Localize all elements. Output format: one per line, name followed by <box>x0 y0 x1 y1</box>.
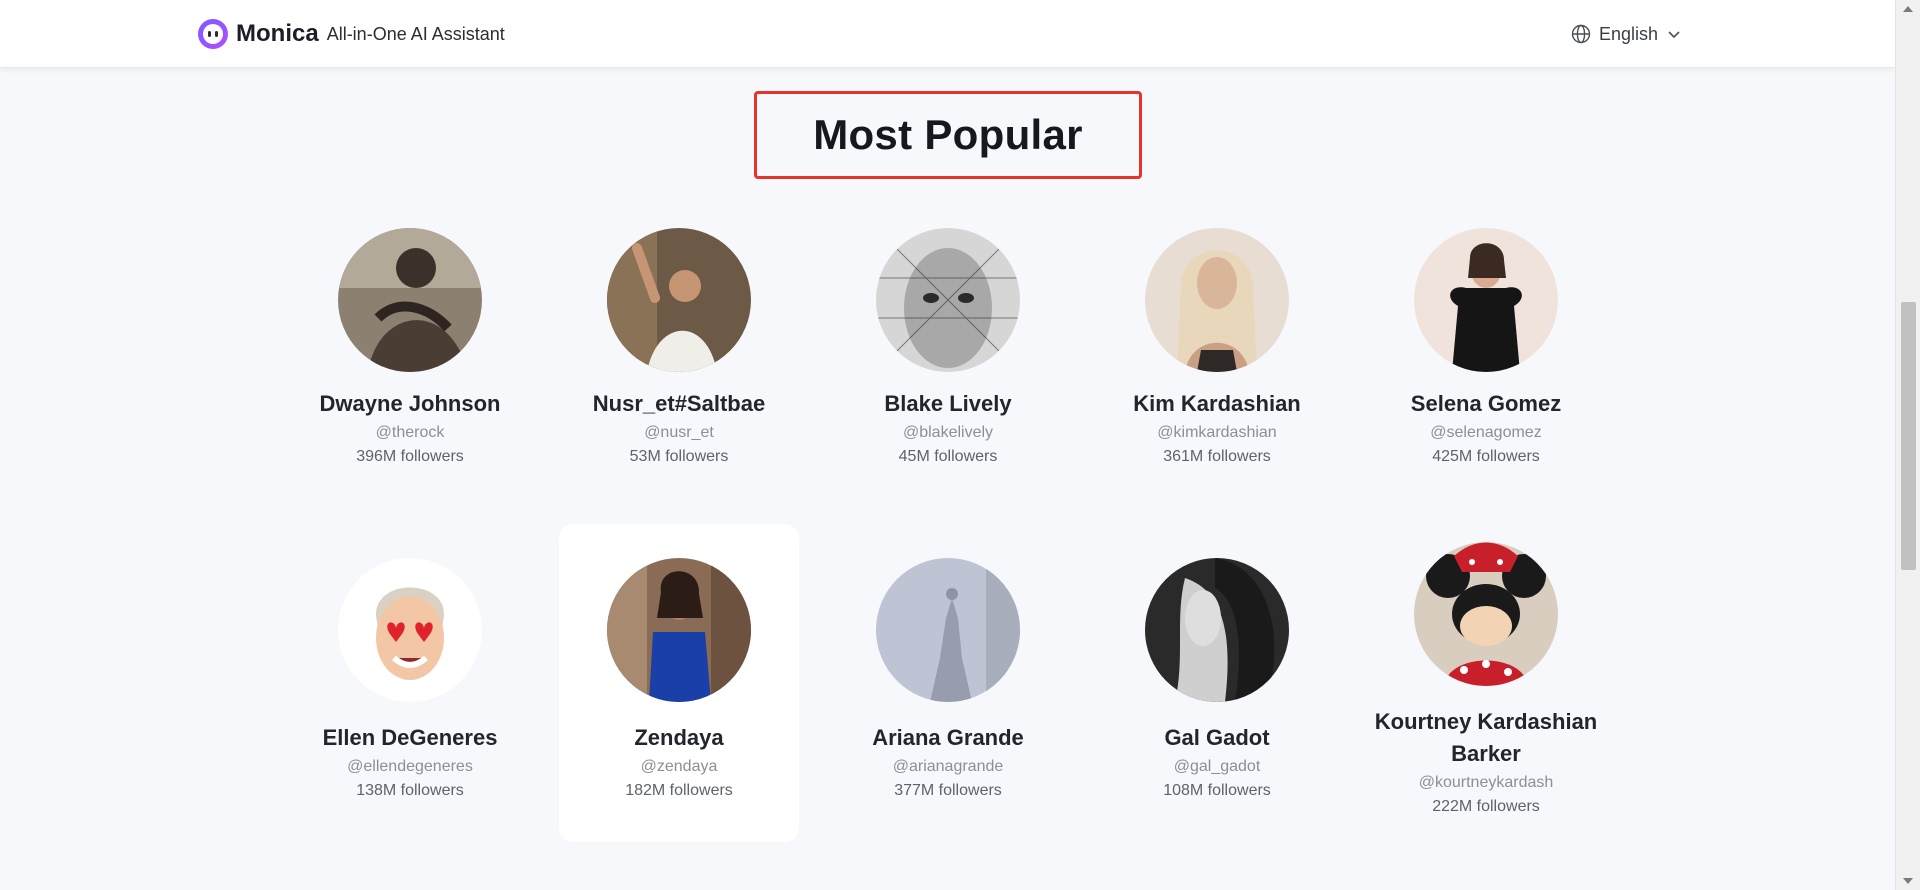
profile-handle: @ellendegeneres <box>347 758 473 775</box>
brand-logo-link[interactable]: Monica All-in-One AI Assistant <box>198 18 505 50</box>
profile-card[interactable]: Ellen DeGeneres @ellendegeneres 138M fol… <box>290 524 530 842</box>
scroll-up-arrow-icon[interactable] <box>1903 6 1913 12</box>
scroll-down-arrow-icon[interactable] <box>1903 878 1913 884</box>
scrollbar-thumb[interactable] <box>1901 302 1916 570</box>
avatar <box>1414 228 1558 372</box>
avatar <box>607 228 751 372</box>
profile-name: Dwayne Johnson <box>319 391 501 416</box>
follower-count: 45M followers <box>898 448 998 465</box>
globe-icon <box>1571 24 1591 44</box>
profile-name: Ariana Grande <box>872 725 1024 750</box>
chevron-down-icon <box>1666 26 1682 42</box>
profile-name: Kim Kardashian <box>1133 391 1301 416</box>
profile-card[interactable]: Dwayne Johnson @therock 396M followers <box>290 218 530 478</box>
profile-handle: @gal_gadot <box>1173 758 1261 775</box>
avatar <box>876 228 1020 372</box>
profile-card[interactable]: Kourtney Kardashian Barker @kourtneykard… <box>1366 524 1606 842</box>
avatar <box>1414 542 1558 686</box>
profile-handle: @kimkardashian <box>1157 424 1277 441</box>
profile-handle: @nusr_et <box>644 424 714 441</box>
profile-name: Gal Gadot <box>1164 725 1270 750</box>
page-scrollbar[interactable] <box>1895 0 1920 890</box>
language-selector[interactable]: English <box>1571 20 1682 48</box>
follower-count: 138M followers <box>356 782 464 799</box>
follower-count: 108M followers <box>1163 782 1271 799</box>
avatar <box>607 558 751 702</box>
profile-name-line-1: Kourtney Kardashian <box>1374 709 1598 734</box>
profile-card[interactable]: Kim Kardashian @kimkardashian 361M follo… <box>1097 218 1337 478</box>
follower-count: 222M followers <box>1432 798 1540 815</box>
follower-count: 377M followers <box>894 782 1002 799</box>
profile-handle: @selenagomez <box>1430 424 1542 441</box>
follower-count: 361M followers <box>1163 448 1271 465</box>
profile-card[interactable]: Nusr_et#Saltbae @nusr_et 53M followers <box>559 218 799 478</box>
profile-handle: @therock <box>375 424 445 441</box>
top-header: Monica All-in-One AI Assistant English <box>0 0 1895 68</box>
profile-handle: @arianagrande <box>892 758 1004 775</box>
profile-name: Zendaya <box>634 725 724 750</box>
profile-card[interactable]: Selena Gomez @selenagomez 425M followers <box>1366 218 1606 478</box>
profile-name: Blake Lively <box>884 391 1012 416</box>
profile-card[interactable]: Blake Lively @blakelively 45M followers <box>828 218 1068 478</box>
profile-card-hovered[interactable]: Zendaya @zendaya 182M followers <box>559 524 799 842</box>
monica-logo-icon <box>198 19 228 49</box>
avatar <box>338 558 482 702</box>
avatar <box>876 558 1020 702</box>
follower-count: 182M followers <box>625 782 733 799</box>
follower-count: 425M followers <box>1432 448 1540 465</box>
avatar <box>338 228 482 372</box>
profile-name: Nusr_et#Saltbae <box>592 391 766 416</box>
profile-card[interactable]: Gal Gadot @gal_gadot 108M followers <box>1097 524 1337 842</box>
avatar <box>1145 558 1289 702</box>
language-label: English <box>1599 23 1659 44</box>
avatar <box>1145 228 1289 372</box>
profile-handle: @blakelively <box>902 424 994 441</box>
profile-handle: @zendaya <box>640 758 718 775</box>
profile-name: Ellen DeGeneres <box>322 725 498 750</box>
follower-count: 53M followers <box>629 448 729 465</box>
section-title: Most Popular <box>813 111 1083 158</box>
brand-name: Monica <box>236 20 319 47</box>
section-title-highlight: Most Popular <box>754 91 1142 179</box>
follower-count: 396M followers <box>356 448 464 465</box>
profile-card[interactable]: Ariana Grande @arianagrande 377M followe… <box>828 524 1068 842</box>
brand-tagline: All-in-One AI Assistant <box>326 23 505 44</box>
profile-name: Selena Gomez <box>1410 391 1562 416</box>
profile-handle: @kourtneykardash <box>1418 774 1554 791</box>
profile-name-line-2: Barker <box>1451 741 1521 766</box>
